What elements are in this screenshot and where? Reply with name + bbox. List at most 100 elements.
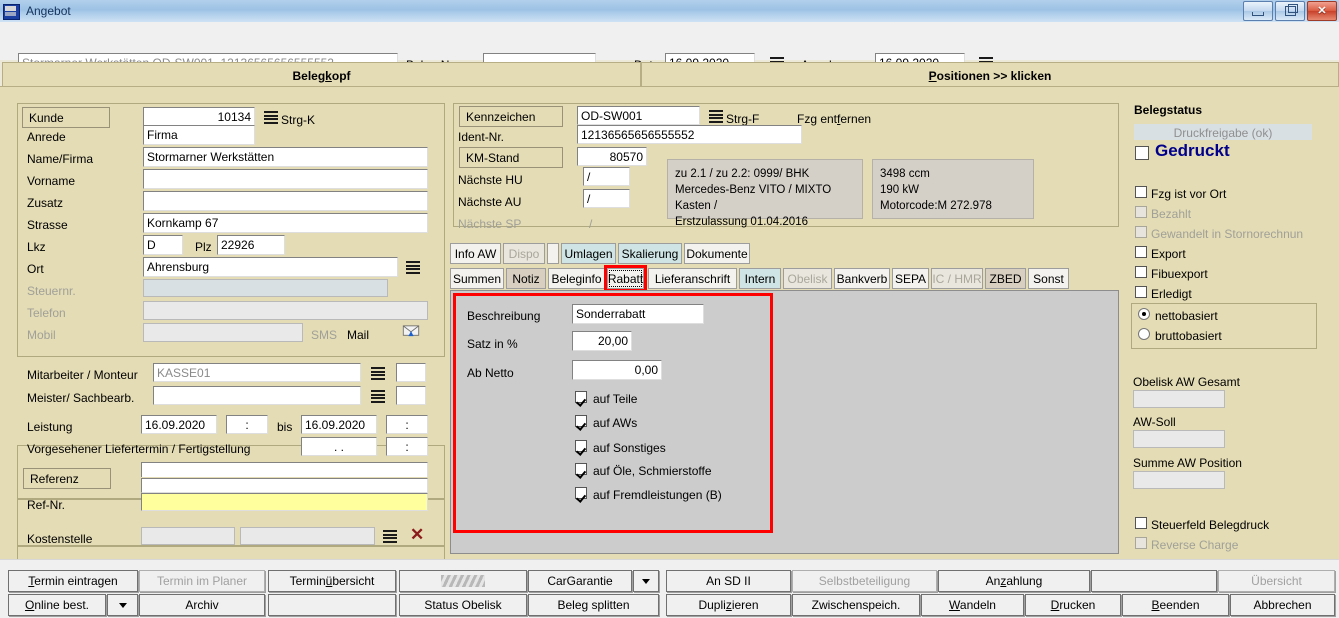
restore-button[interactable]	[1275, 1, 1305, 21]
zusatz-field[interactable]	[143, 191, 428, 211]
checkbox-gedruckt[interactable]	[1135, 146, 1149, 160]
kennzeichen-field[interactable]: OD-SW001	[577, 106, 700, 125]
tab-sepa[interactable]: SEPA	[892, 268, 929, 289]
mitarbeiter-menu-icon[interactable]	[371, 367, 385, 380]
fzg-entfernen-link[interactable]: Fzg entfernen	[797, 112, 871, 126]
checkbox-auf-oele[interactable]	[575, 463, 587, 475]
checkbox-auf-teile[interactable]	[575, 391, 587, 403]
vorname-field[interactable]	[143, 169, 428, 189]
naechste-hu-field[interactable]: /	[583, 167, 630, 186]
tab-sonst[interactable]: Sonst	[1028, 268, 1069, 289]
close-button[interactable]: ✕	[1307, 1, 1337, 21]
button-online-best-dropdown[interactable]	[107, 594, 138, 616]
button-drucken[interactable]: Drucken	[1025, 594, 1121, 616]
checkbox-fzg-vor-ort[interactable]	[1135, 186, 1147, 198]
leistung-from-field[interactable]: 16.09.2020	[141, 415, 217, 434]
checkbox-fibuexport[interactable]	[1135, 266, 1147, 278]
button-anzahlung[interactable]: Anzahlung	[938, 570, 1090, 592]
beschreibung-field[interactable]: Sonderrabatt	[572, 304, 704, 324]
tab-skalierung[interactable]: Skalierung	[618, 243, 682, 264]
mitarbeiter-code-field[interactable]	[396, 363, 426, 382]
tab-positionen[interactable]: Positionen >> klicken	[641, 62, 1339, 89]
ort-field[interactable]: Ahrensburg	[143, 257, 398, 277]
checkbox-erledigt[interactable]	[1135, 286, 1147, 298]
checkbox-auf-aws[interactable]	[575, 415, 587, 427]
referenz-button-label[interactable]: Referenz	[23, 468, 111, 489]
button-image-placeholder[interactable]	[399, 570, 527, 592]
tab-intern[interactable]: Intern	[739, 268, 781, 289]
mitarbeiter-field[interactable]: KASSE01	[153, 363, 361, 382]
clear-x-icon[interactable]: ✕	[410, 526, 424, 543]
tab-zbed[interactable]: ZBED	[985, 268, 1026, 289]
mail-label[interactable]: Mail	[347, 328, 369, 342]
referenz-line2-field[interactable]	[141, 478, 428, 493]
lkz-field[interactable]: D	[143, 235, 183, 255]
satz-field[interactable]: 20,00	[572, 331, 632, 351]
checkbox-auf-fremdleistungen[interactable]	[575, 487, 587, 499]
referenz-line1-field[interactable]	[141, 462, 428, 477]
ort-menu-icon[interactable]	[406, 261, 420, 274]
naechste-au-field[interactable]: /	[583, 189, 630, 208]
button-blank-row1[interactable]	[1091, 570, 1217, 592]
button-zwischenspeich[interactable]: Zwischenspeich.	[792, 594, 920, 616]
checkbox-reverse-charge	[1135, 537, 1147, 549]
kunde-menu-icon[interactable]	[264, 111, 278, 124]
button-wandeln[interactable]: Wandeln	[921, 594, 1024, 616]
tab-lieferanschrift[interactable]: Lieferanschrift	[648, 268, 737, 289]
liefertermin-time-field[interactable]: :	[386, 437, 428, 456]
ref-nr-field[interactable]	[141, 493, 428, 511]
tab-bankverb[interactable]: Bankverb	[834, 268, 890, 289]
button-beenden[interactable]: Beenden	[1122, 594, 1229, 616]
tab-summen[interactable]: Summen	[450, 268, 504, 289]
tab-blank-1[interactable]	[547, 243, 559, 264]
sms-label[interactable]: SMS	[311, 328, 337, 342]
kennzeichen-menu-icon[interactable]	[709, 110, 723, 123]
mail-icon[interactable]	[402, 325, 420, 337]
liefertermin-field[interactable]: . .	[301, 437, 377, 456]
kostenstelle-menu-icon[interactable]	[383, 530, 397, 543]
meister-code-field[interactable]	[396, 386, 426, 405]
button-an-sd-ii[interactable]: An SD II	[666, 570, 791, 592]
plz-field[interactable]: 22926	[217, 235, 285, 255]
radio-bruttobasiert[interactable]	[1138, 328, 1150, 340]
tab-beleginfo[interactable]: Beleginfo	[548, 268, 605, 289]
button-cargarantie[interactable]: CarGarantie	[528, 570, 632, 592]
tab-rabatt[interactable]: Rabatt	[607, 268, 644, 289]
tab-notiz[interactable]: Notiz	[506, 268, 546, 289]
leistung-to-field[interactable]: 16.09.2020	[301, 415, 377, 434]
radio-nettobasiert[interactable]	[1138, 308, 1150, 320]
checkbox-auf-sonstiges[interactable]	[575, 440, 587, 452]
km-stand-field[interactable]: 80570	[577, 147, 647, 166]
button-archiv[interactable]: Archiv	[139, 594, 265, 616]
km-stand-button-label[interactable]: KM-Stand	[459, 147, 563, 168]
kennzeichen-button-label[interactable]: Kennzeichen	[459, 106, 563, 127]
button-duplizieren[interactable]: Duplizieren	[666, 594, 791, 616]
kunde-button-label[interactable]: Kunde	[22, 107, 110, 128]
kunde-number-field[interactable]: 10134	[143, 107, 255, 127]
button-abbrechen[interactable]: Abbrechen	[1230, 594, 1335, 616]
leistung-from-time-field[interactable]: :	[226, 415, 268, 434]
button-online-best[interactable]: Online best.	[8, 594, 106, 616]
checkbox-steuerfeld-belegdruck[interactable]	[1135, 517, 1147, 529]
button-terminuebersicht[interactable]: Terminübersicht	[268, 570, 396, 592]
checkbox-export[interactable]	[1135, 246, 1147, 258]
main-content-panel: Kunde 10134 Strg-K Anrede Firma Name/Fir…	[0, 86, 1339, 605]
meister-menu-icon[interactable]	[371, 390, 385, 403]
tab-dokumente[interactable]: Dokumente	[684, 243, 750, 264]
tab-belegkopf[interactable]: Belegkopf	[2, 62, 641, 89]
tab-umlagen[interactable]: Umlagen	[561, 243, 616, 264]
strasse-field[interactable]: Kornkamp 67	[143, 213, 428, 233]
anrede-field[interactable]: Firma	[143, 125, 255, 145]
button-termin-eintragen[interactable]: Termin eintragen	[8, 570, 138, 592]
name-firma-field[interactable]: Stormarner Werkstätten	[143, 147, 428, 167]
ab-netto-field[interactable]: 0,00	[572, 360, 662, 380]
leistung-to-time-field[interactable]: :	[386, 415, 428, 434]
minimize-button[interactable]	[1243, 1, 1273, 21]
button-cargarantie-dropdown[interactable]	[633, 570, 659, 592]
button-status-obelisk[interactable]: Status Obelisk	[399, 594, 527, 616]
button-blank-row2[interactable]	[268, 594, 396, 616]
meister-field[interactable]	[153, 386, 361, 405]
button-beleg-splitten[interactable]: Beleg splitten	[528, 594, 659, 616]
tab-info-aw[interactable]: Info AW	[450, 243, 501, 264]
ident-nr-field[interactable]: 12136565656555552	[577, 125, 802, 144]
